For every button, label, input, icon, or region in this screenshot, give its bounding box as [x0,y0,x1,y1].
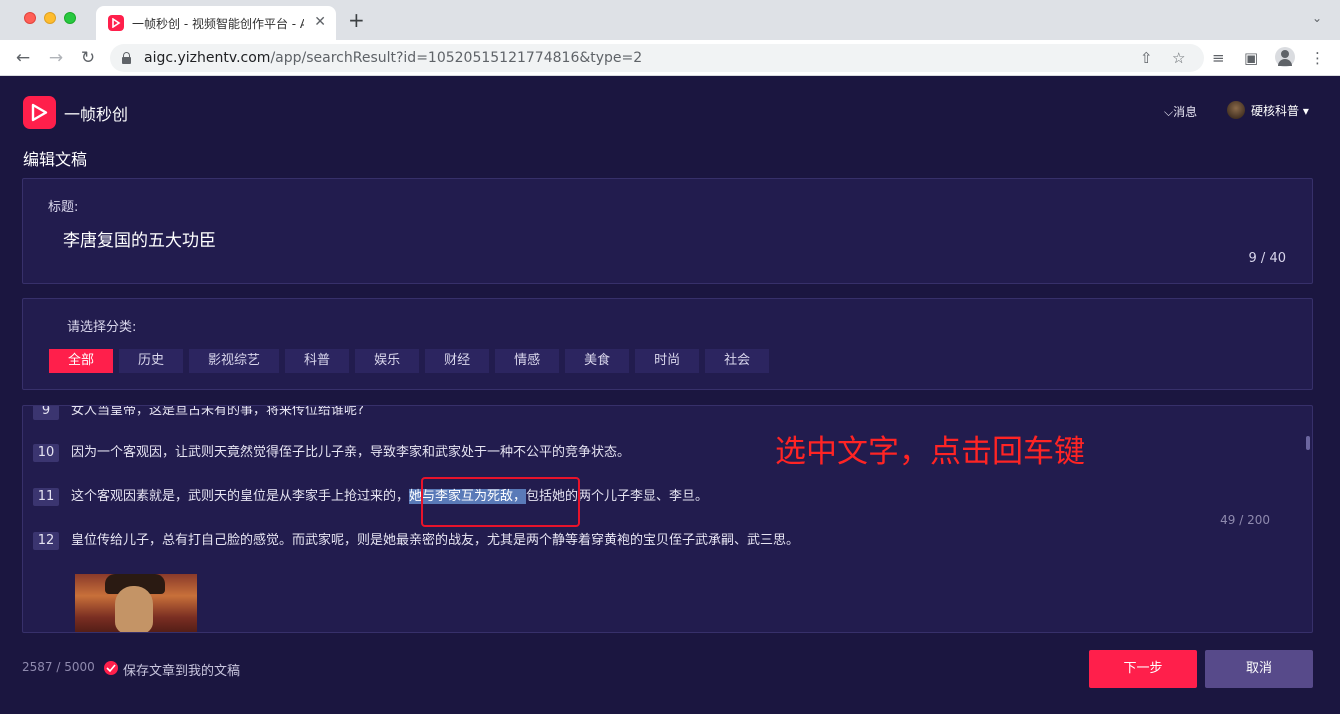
brand-logo-icon[interactable] [23,96,56,129]
site-favicon-icon [108,15,124,31]
category-fashion[interactable]: 时尚 [635,349,700,373]
media-playlist-icon[interactable]: ≡ [1212,48,1225,68]
close-window-button[interactable] [24,12,36,24]
title-label: 标题: [48,200,79,215]
tab-title: 一帧秒创 - 视频智能创作平台 - AI [132,17,304,31]
title-panel: 标题: 李唐复国的五大功臣 9 / 40 [22,178,1313,284]
category-society[interactable]: 社会 [705,349,770,373]
save-to-drafts-checkbox[interactable]: 保存文章到我的文稿 [123,660,240,679]
instruction-annotation: 选中文字，点击回车键 [775,434,1085,470]
bookmark-star-icon[interactable]: ☆ [1172,49,1185,67]
tab-close-icon[interactable]: ✕ [314,14,326,30]
line-text[interactable]: 这个客观因素就是，武则天的皇位是从李家手上抢过来的，她与李家互为死敌，包括她的两… [71,488,708,506]
category-history[interactable]: 历史 [119,349,184,373]
category-film-variety[interactable]: 影视综艺 [189,349,280,373]
line-text-before: 这个客观因素就是，武则天的皇位是从李家手上抢过来的， [71,489,410,504]
tab-search-chevron-icon[interactable]: ⌄ [1312,11,1322,25]
check-circle-icon[interactable] [104,661,118,675]
category-food[interactable]: 美食 [565,349,630,373]
line-number: 9 [33,406,59,420]
word-count: 2587 / 5000 [22,660,95,674]
back-arrow-icon[interactable]: ← [12,47,34,69]
category-label: 请选择分类: [67,320,137,335]
script-editor[interactable]: 9 女人当皇帝，这是亘古未有的事，将来传位给谁呢? 10 因为一个客观因，让武则… [22,405,1313,633]
category-entertainment[interactable]: 娱乐 [355,349,420,373]
category-science[interactable]: 科普 [285,349,350,373]
chevron-down-icon: ⌵ [1164,105,1174,119]
line-counter: 49 / 200 [1220,513,1270,527]
forward-arrow-icon[interactable]: → [45,47,67,69]
messages-menu[interactable]: ⌵消息 [1164,103,1197,120]
more-menu-icon[interactable]: ⋮ [1310,48,1325,68]
url-text: aigc.yizhentv.com/app/searchResult?id=10… [144,50,643,66]
category-list: 全部 历史 影视综艺 科普 娱乐 财经 情感 美食 时尚 社会 [49,349,770,373]
browser-tab[interactable]: 一帧秒创 - 视频智能创作平台 - AI ✕ [96,6,336,40]
share-icon[interactable]: ⇧ [1140,49,1153,67]
reload-icon[interactable]: ↻ [77,47,99,69]
user-avatar[interactable] [1227,101,1245,119]
next-step-button[interactable]: 下一步 [1089,650,1197,688]
editor-scrollbar[interactable] [1306,436,1310,450]
title-input[interactable]: 李唐复国的五大功臣 [63,226,216,251]
cancel-button[interactable]: 取消 [1205,650,1313,688]
line-number: 10 [33,444,59,462]
line-text[interactable]: 因为一个客观因，让武则天竟然觉得侄子比儿子亲，导致李家和武家处于一种不公平的竞争… [71,444,630,462]
zoom-window-button[interactable] [64,12,76,24]
line-number: 12 [33,532,59,550]
address-bar[interactable]: aigc.yizhentv.com/app/searchResult?id=10… [110,44,1204,72]
minimize-window-button[interactable] [44,12,56,24]
user-menu[interactable]: 硬核科普 ▾ [1251,102,1309,119]
category-panel: 请选择分类: 全部 历史 影视综艺 科普 娱乐 财经 情感 美食 时尚 社会 [22,298,1313,390]
lock-icon[interactable] [122,52,131,64]
browser-toolbar: ← → ↻ aigc.yizhentv.com/app/searchResult… [0,40,1340,76]
category-all[interactable]: 全部 [49,349,114,373]
app-root: 一帧秒创 ⌵消息 硬核科普 ▾ 编辑文稿 标题: 李唐复国的五大功臣 9 / 4… [0,77,1340,714]
side-panel-icon[interactable]: ▣ [1244,48,1258,68]
new-tab-button[interactable]: + [348,8,365,32]
video-frame-thumbnail[interactable] [75,574,197,632]
caret-down-icon: ▾ [1302,104,1309,118]
line-text[interactable]: 皇位传给儿子，总有打自己脸的感觉。而武家呢，则是她最亲密的战友，尤其是两个静等着… [71,532,799,550]
profile-avatar-icon[interactable] [1275,47,1295,67]
category-emotion[interactable]: 情感 [495,349,560,373]
line-number: 11 [33,488,59,506]
line-text[interactable]: 女人当皇帝，这是亘古未有的事，将来传位给谁呢? [71,406,364,420]
brand-name[interactable]: 一帧秒创 [64,101,128,125]
user-name: 硬核科普 [1251,104,1300,118]
browser-titlebar: 一帧秒创 - 视频智能创作平台 - AI ✕ + ⌄ [0,0,1340,40]
category-finance[interactable]: 财经 [425,349,490,373]
selection-highlight-box [421,477,580,527]
messages-label: 消息 [1173,105,1198,119]
title-counter: 9 / 40 [1248,251,1286,266]
page-title: 编辑文稿 [23,150,88,169]
